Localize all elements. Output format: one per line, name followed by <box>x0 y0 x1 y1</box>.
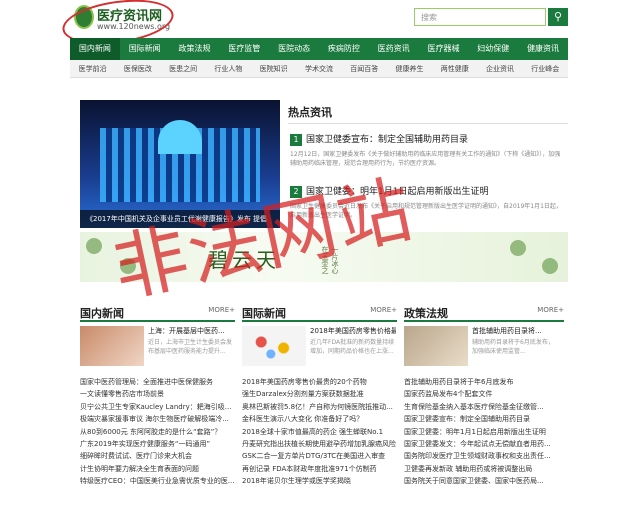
list-item[interactable]: 从80到6000元 东阿阿胶走的是什么“套路”？ <box>80 426 235 438</box>
feature-thumbnail[interactable] <box>80 326 144 366</box>
list-item[interactable]: 国家卫健委：明年1月1日起启用新版出生证明 <box>404 426 564 438</box>
feature-thumbnail[interactable] <box>242 326 306 366</box>
list-item[interactable]: 极端灾暴家援事审议 海尔生物医疗破解极端冷... <box>80 413 235 425</box>
list-item[interactable]: 细碎眸时费试试、医疗门诊来大机会 <box>80 450 235 462</box>
list-item[interactable]: 卫健委再发新政 辅助用药或将被调整出局 <box>404 463 564 475</box>
search-input[interactable]: 搜索 <box>414 8 546 26</box>
leaf-decoration <box>120 258 136 274</box>
more-link[interactable]: MORE+ <box>537 306 564 314</box>
hot-news-headline[interactable]: 国家卫健委：明年1月1日起启用新版出生证明 <box>306 187 488 197</box>
more-link[interactable]: MORE+ <box>208 306 235 314</box>
list-item[interactable]: 首批辅助用药目录将于年6月底发布 <box>404 376 564 388</box>
sub-nav-item[interactable]: 医患之间 <box>161 60 206 77</box>
feature-desc: 近几年FDA批准的新药数量持续增加，同期药品价格也在上涨... <box>310 339 395 355</box>
banner-calligraphy: 碧云天 <box>208 248 280 272</box>
sub-nav-item[interactable]: 行业峰会 <box>523 60 568 77</box>
main-nav-item[interactable]: 疾病防控 <box>319 38 369 60</box>
feature-thumbnail[interactable] <box>404 326 468 366</box>
leaf-decoration <box>86 238 102 254</box>
hero-arch-graphic <box>158 120 202 154</box>
feature-desc: 辅助用药目录将于6月底发布，加强临床使用监管... <box>472 339 554 355</box>
sub-nav: 医学前沿 医保医改 医患之间 行业人物 医院知识 学术交流 百闻百答 健康养生 … <box>70 60 568 78</box>
list-item[interactable]: 2018全球十家市值最高的药企 强生蝉联No.1 <box>242 426 397 438</box>
sub-nav-item[interactable]: 医学前沿 <box>70 60 115 77</box>
more-link[interactable]: MORE+ <box>370 306 397 314</box>
ad-banner[interactable]: 碧云天 一片冰心在玉壶之 <box>80 232 568 282</box>
list-item[interactable]: 贝宁公共卫生专家Kaucley Landry：耙海引吸... <box>80 401 235 413</box>
main-nav-item[interactable]: 妇幼保健 <box>468 38 518 60</box>
main-nav: 国内新闻 国际新闻 政策法规 医疗监管 医院动态 疾病防控 医药资讯 医疗器械 … <box>70 38 568 60</box>
list-item[interactable]: GSK二合一复方单片DTG/3TC在美国进入审查 <box>242 450 397 462</box>
divider <box>288 123 568 124</box>
list-item[interactable]: 强生Darzalex分割剂量方案获数据批准 <box>242 388 397 400</box>
list-item[interactable]: 金科医生演示八大变化 你准备好了吗？ <box>242 413 397 425</box>
search-icon: ⚲ <box>553 10 563 23</box>
list-item[interactable]: 国家卫健委发文：今年起试点无偿献血者用药... <box>404 438 564 450</box>
main-nav-item[interactable]: 国内新闻 <box>70 38 120 60</box>
news-list: 首批辅助用药目录将于年6月底发布 国家药监局发布4个配套文件 生育保险基金纳入基… <box>404 376 564 488</box>
news-list: 2018年美国药房零售价最贵的20个药物 强生Darzalex分割剂量方案获数据… <box>242 376 397 488</box>
sub-nav-item[interactable]: 医院知识 <box>251 60 296 77</box>
feature-title[interactable]: 2018年美国药房零售价格最贵的20个药物 <box>310 326 396 336</box>
banner-side-text: 一片冰心在玉壶之 <box>321 246 339 274</box>
hot-news-item[interactable]: 1 国家卫健委宣布：制定全国辅助用药目录 12月12日，国家卫健委发布《关于做好辅… <box>290 132 566 168</box>
list-item[interactable]: 奥林巴斯被罚5.8亿！产自称为何镜医院抵推动... <box>242 401 397 413</box>
hero-caption[interactable]: 《2017年中国机关及企事业员工代谢健康报告》发布 提倡 <box>80 210 280 228</box>
search-button[interactable]: ⚲ <box>548 8 568 26</box>
site-header: 医疗资讯网 www.120news.org 搜索 ⚲ <box>0 0 640 51</box>
list-item[interactable]: 计生协明年要力解决全生育表面的问题 <box>80 463 235 475</box>
main-nav-item[interactable]: 国际新闻 <box>120 38 170 60</box>
list-item[interactable]: 国家卫健委宣布：制定全国辅助用药目录 <box>404 413 564 425</box>
column-policy: 政策法规 MORE+ 首批辅助用药目录将... 辅助用药目录将于6月底发布，加强临… <box>404 302 564 488</box>
column-title: 国内新闻 <box>80 307 124 320</box>
list-item[interactable]: 国务院关于同意国家卫健委、国家中医药局... <box>404 475 564 487</box>
list-item[interactable]: 国家中医药管理局：全面推进中医保健服务 <box>80 376 235 388</box>
main-nav-item[interactable]: 医疗监管 <box>219 38 269 60</box>
leaf-decoration <box>542 258 558 274</box>
main-nav-item[interactable]: 医疗器械 <box>419 38 469 60</box>
main-nav-item[interactable]: 医院动态 <box>269 38 319 60</box>
rank-badge: 2 <box>290 185 302 198</box>
main-nav-item[interactable]: 医药资讯 <box>369 38 419 60</box>
feature-title[interactable]: 首批辅助用药目录将... <box>472 326 558 336</box>
rank-badge: 1 <box>290 133 302 146</box>
list-item[interactable]: 2018年诺贝尔生理学或医学奖揭晓 <box>242 475 397 487</box>
column-international-news: 国际新闻 MORE+ 2018年美国药房零售价格最贵的20个药物 近几年FDA批准… <box>242 302 397 488</box>
hot-news-desc: 12月12日，国家卫健委发布《关于做好辅助用药临床应用管理有关工作的通知》（下称… <box>290 150 561 167</box>
hot-news-item[interactable]: 2 国家卫健委：明年1月1日起启用新版出生证明 国家卫生健康委员会近日发布《关于启… <box>290 184 566 220</box>
column-title: 国际新闻 <box>242 307 286 320</box>
list-item[interactable]: 一文读懂零售药店市场前景 <box>80 388 235 400</box>
hot-news-title: 热点资讯 <box>288 106 332 119</box>
column-feature[interactable]: 首批辅助用药目录将... 辅助用药目录将于6月底发布，加强临床使用监管... <box>404 326 564 370</box>
news-list: 国家中医药管理局：全面推进中医保健服务 一文读懂零售药店市场前景 贝宁公共卫生专… <box>80 376 235 488</box>
column-feature[interactable]: 上海：开展基层中医药... 近日，上海市卫生计生委员会发布基层中医药服务能力提升… <box>80 326 235 370</box>
feature-title[interactable]: 上海：开展基层中医药... <box>148 326 234 336</box>
list-item[interactable]: 2018年美国药房零售价最贵的20个药物 <box>242 376 397 388</box>
column-domestic-news: 国内新闻 MORE+ 上海：开展基层中医药... 近日，上海市卫生计生委员会发布基… <box>80 302 235 488</box>
sub-nav-item[interactable]: 学术交流 <box>296 60 341 77</box>
sub-nav-item[interactable]: 企业资讯 <box>477 60 522 77</box>
column-title: 政策法规 <box>404 307 448 320</box>
hot-news-desc: 国家卫生健康委员会近日发布《关于启用和规范管理新版出生医学证明的通知》，自201… <box>290 202 562 219</box>
list-item[interactable]: 再创记录 FDA本财政年度批准971个仿制药 <box>242 463 397 475</box>
main-nav-item[interactable]: 健康资讯 <box>518 38 568 60</box>
feature-desc: 近日，上海市卫生计生委员会发布基层中医药服务能力提升... <box>148 339 233 355</box>
sub-nav-item[interactable]: 健康养生 <box>387 60 432 77</box>
list-item[interactable]: 国务院印发医疗卫生领域财政事权和支出责任... <box>404 450 564 462</box>
list-item[interactable]: 丹麦研究指出扶植长期使用避孕药增加乳腺癌风险 <box>242 438 397 450</box>
sub-nav-item[interactable]: 百闻百答 <box>342 60 387 77</box>
leaf-decoration <box>510 240 526 256</box>
sub-nav-item[interactable]: 医保医改 <box>115 60 160 77</box>
hero-image[interactable]: 《2017年中国机关及企事业员工代谢健康报告》发布 提倡 <box>80 100 280 228</box>
list-item[interactable]: 特级医疗CEO：中国医美行业急需优质专业的医... <box>80 475 235 487</box>
column-feature[interactable]: 2018年美国药房零售价格最贵的20个药物 近几年FDA批准的新药数量持续增加，… <box>242 326 397 370</box>
list-item[interactable]: 广东2019年实现医疗健康服务“一码通用” <box>80 438 235 450</box>
list-item[interactable]: 生育保险基金纳入基本医疗保险基金征缴管... <box>404 401 564 413</box>
hot-news-headline[interactable]: 国家卫健委宣布：制定全国辅助用药目录 <box>306 135 468 145</box>
sub-nav-item[interactable]: 两性健康 <box>432 60 477 77</box>
main-nav-item[interactable]: 政策法规 <box>170 38 220 60</box>
sub-nav-item[interactable]: 行业人物 <box>206 60 251 77</box>
list-item[interactable]: 国家药监局发布4个配套文件 <box>404 388 564 400</box>
